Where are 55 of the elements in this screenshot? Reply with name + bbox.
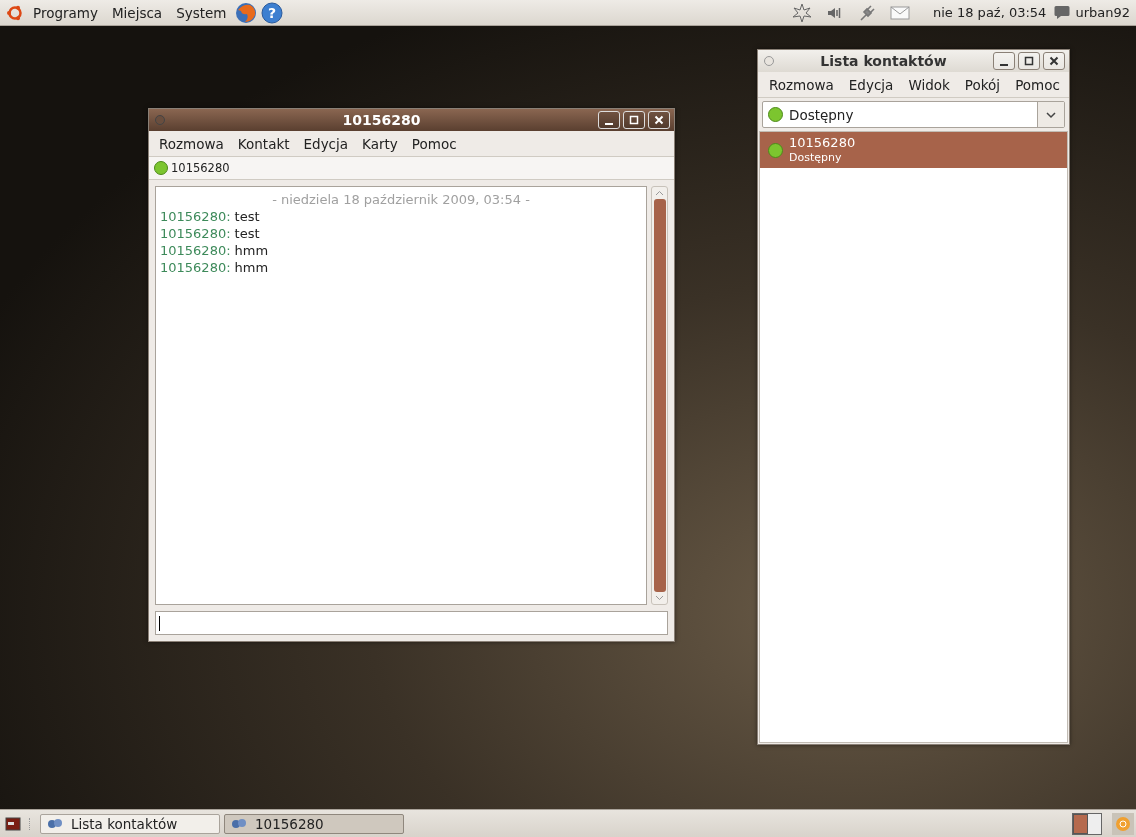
contact-name: 10156280 bbox=[171, 161, 230, 175]
user-name[interactable]: urban92 bbox=[1075, 5, 1130, 20]
show-desktop-icon[interactable] bbox=[5, 815, 21, 832]
menu-item[interactable]: Widok bbox=[901, 76, 958, 93]
people-icon bbox=[231, 816, 247, 831]
window-title: 10156280 bbox=[341, 112, 422, 128]
minimize-button[interactable] bbox=[993, 52, 1015, 70]
panel-menu[interactable]: Miejsca bbox=[106, 4, 168, 21]
maximize-icon bbox=[1024, 56, 1034, 66]
status-dropdown[interactable]: Dostępny bbox=[762, 101, 1065, 128]
window-title: Lista kontaktów bbox=[819, 53, 948, 69]
message-text: hmm bbox=[234, 243, 269, 258]
menu-item[interactable]: Pomoc bbox=[1008, 76, 1068, 93]
minimize-icon bbox=[1000, 63, 1008, 66]
panel-menu[interactable]: System bbox=[171, 4, 232, 21]
menu-item[interactable]: Pomoc bbox=[405, 135, 465, 152]
panel-menu[interactable]: Programy bbox=[28, 4, 103, 21]
network-icon[interactable] bbox=[791, 2, 812, 23]
menu-item[interactable]: Rozmowa bbox=[153, 135, 232, 152]
help-icon[interactable]: ? bbox=[261, 1, 284, 24]
message-text: test bbox=[234, 209, 260, 224]
menu-item[interactable]: Edycja bbox=[297, 135, 357, 152]
close-button[interactable] bbox=[1043, 52, 1065, 70]
taskbar-button[interactable]: Lista kontaktów bbox=[40, 813, 220, 834]
message-text: hmm bbox=[234, 260, 269, 275]
menu-item[interactable]: Kontakt bbox=[231, 135, 298, 152]
chevron-down-icon bbox=[1045, 110, 1057, 119]
minimize-icon bbox=[605, 122, 613, 125]
contact-item[interactable]: 10156280 Dostępny bbox=[760, 132, 1067, 168]
message-input-field[interactable] bbox=[155, 611, 668, 635]
menu-item[interactable]: Edycja bbox=[841, 76, 902, 93]
status-dot-icon bbox=[154, 161, 168, 175]
menu-item[interactable]: Rozmowa bbox=[762, 76, 842, 93]
globe-browser-icon[interactable] bbox=[235, 1, 258, 24]
maximize-button[interactable] bbox=[1018, 52, 1040, 70]
maximize-icon bbox=[629, 115, 639, 125]
clock[interactable]: nie 18 paź, 03:54 bbox=[928, 5, 1051, 20]
message-text: test bbox=[234, 226, 260, 241]
taskbar-button[interactable]: 10156280 bbox=[224, 813, 404, 834]
menu-item[interactable]: Pokój bbox=[957, 76, 1009, 93]
message-sender: 10156280: bbox=[160, 260, 231, 275]
status-dot-icon bbox=[768, 142, 783, 158]
close-icon bbox=[654, 115, 664, 125]
scrollbar[interactable] bbox=[651, 186, 668, 605]
workspace-switcher[interactable] bbox=[1072, 812, 1102, 835]
speech-bubble-icon[interactable] bbox=[1054, 5, 1071, 20]
people-icon bbox=[47, 816, 63, 831]
message-sender: 10156280: bbox=[160, 243, 231, 258]
contact-name: 10156280 bbox=[789, 135, 856, 150]
menu-item[interactable]: Karty bbox=[356, 135, 406, 152]
contact-status: Dostępny bbox=[789, 150, 843, 165]
close-icon bbox=[1049, 56, 1059, 66]
message-sender: 10156280: bbox=[160, 226, 231, 241]
message-sender: 10156280: bbox=[160, 209, 231, 224]
date-line: - niedziela 18 październik 2009, 03:54 - bbox=[271, 191, 531, 208]
